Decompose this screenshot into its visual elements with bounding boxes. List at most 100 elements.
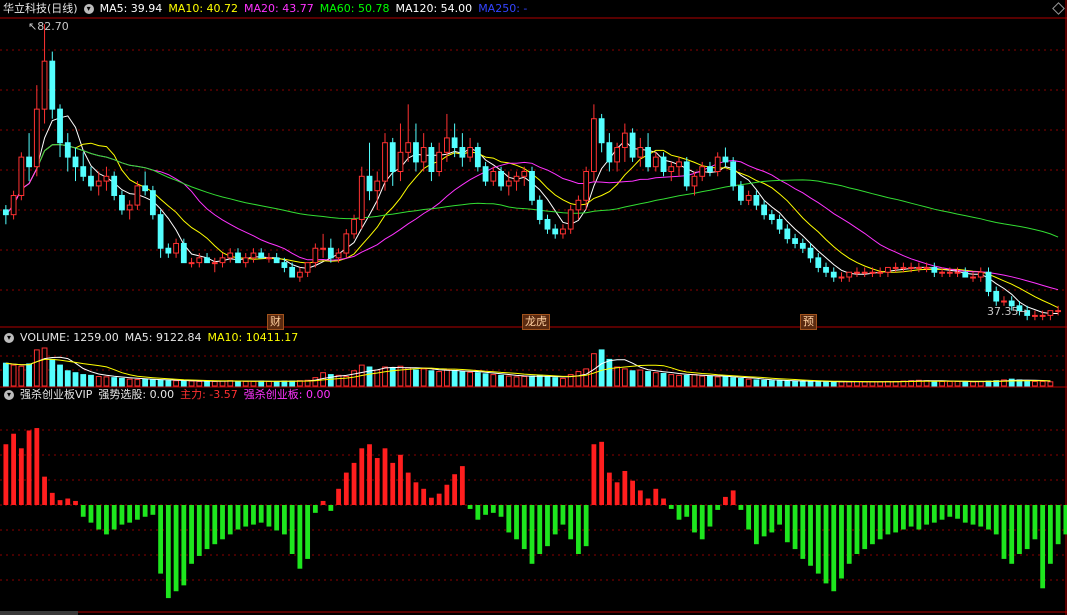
- candle-body: [1047, 310, 1054, 316]
- indicator-bar-negative: [274, 505, 280, 531]
- event-tag-forecast[interactable]: 预: [800, 314, 817, 330]
- horizontal-scrollbar[interactable]: [0, 611, 78, 615]
- candle-body: [451, 137, 458, 149]
- volume-bar: [88, 374, 94, 387]
- indicator-bar-negative: [877, 505, 883, 540]
- candle-body: [2, 209, 9, 216]
- indicator-bar-positive: [413, 482, 419, 505]
- candle-body: [273, 257, 280, 264]
- volume-bar: [335, 374, 342, 387]
- candle-body: [134, 185, 141, 206]
- candle-body: [861, 271, 868, 274]
- volume-bar: [111, 377, 118, 387]
- indicator-bar-negative: [104, 505, 109, 535]
- candle-body: [1039, 314, 1046, 317]
- event-tag-finance[interactable]: 财: [267, 314, 284, 330]
- candle-body: [180, 242, 187, 264]
- volume-bar: [861, 381, 868, 387]
- dropdown-icon[interactable]: ▾: [4, 390, 14, 400]
- volume-bar: [1047, 381, 1054, 387]
- indicator-bar-positive: [3, 444, 9, 505]
- volume-bar: [72, 372, 79, 387]
- candle-body: [892, 266, 899, 269]
- indicator-bar-negative: [1032, 505, 1038, 540]
- candle-body: [250, 252, 257, 259]
- indicator-bar-negative: [282, 505, 287, 535]
- candle-body: [529, 171, 535, 201]
- candle-body: [304, 262, 311, 273]
- volume-bar: [95, 376, 102, 387]
- candle-body: [521, 171, 528, 177]
- volume-ma5-label: MA5: 9122.84: [124, 331, 202, 344]
- candle-body: [467, 147, 474, 158]
- indicator-bar-negative: [297, 505, 303, 569]
- candle-body: [838, 276, 845, 279]
- indicator-bar-positive: [343, 472, 349, 505]
- volume-bar: [513, 376, 520, 387]
- indicator-bar-negative: [970, 505, 976, 525]
- candle-body: [629, 132, 636, 158]
- indicator-bar-negative: [220, 505, 225, 540]
- volume-bar: [10, 364, 17, 387]
- candle-body: [157, 214, 164, 249]
- indicator-bar-negative: [119, 505, 125, 525]
- candle-body: [281, 262, 288, 268]
- volume-bar: [467, 371, 474, 387]
- dropdown-icon[interactable]: ▾: [83, 4, 94, 14]
- volume-bar: [691, 374, 698, 387]
- indicator-bar-negative: [552, 505, 558, 535]
- indicator-bar-positive: [336, 488, 341, 505]
- volume-bar: [807, 380, 814, 387]
- candle-body: [784, 228, 791, 240]
- volume-bars: [2, 347, 1054, 387]
- candle-body: [266, 257, 272, 260]
- indicator-bar-negative: [839, 505, 844, 579]
- volume-bar: [753, 379, 760, 387]
- volume-bar: [745, 378, 752, 387]
- indicator-bar-negative: [676, 505, 682, 520]
- indicator-bar-negative: [227, 505, 233, 535]
- indicator-bars: [3, 428, 1067, 599]
- candle-body: [142, 185, 149, 192]
- indicator-bar-negative: [962, 505, 968, 523]
- volume-bar: [428, 370, 435, 387]
- candle-body: [993, 290, 1000, 302]
- indicator-bar-negative: [885, 505, 891, 535]
- indicator-bar-negative: [808, 505, 813, 566]
- candle-body: [126, 204, 133, 211]
- indicator-bar-negative: [189, 505, 194, 564]
- indicator-bar-negative: [196, 505, 202, 556]
- volume-bar: [1024, 380, 1031, 387]
- ma5-line: [5, 115, 1059, 314]
- indicator-bar-negative: [490, 505, 496, 513]
- indicator-bar-negative: [993, 505, 999, 535]
- chart-canvas[interactable]: [0, 0, 1067, 615]
- dropdown-icon[interactable]: ▾: [4, 333, 14, 343]
- indicator-bar-negative: [916, 505, 922, 530]
- volume-bar: [629, 370, 636, 387]
- event-tag-dragon-tiger[interactable]: 龙虎: [522, 314, 550, 330]
- indicator-bar-negative: [545, 505, 550, 547]
- indicator-bar-positive: [390, 462, 396, 505]
- indicator-bar-negative: [158, 505, 164, 574]
- candle-body: [72, 156, 79, 168]
- indicator-bar-negative: [289, 505, 295, 554]
- candle-body: [196, 257, 203, 264]
- indicator-bar-negative: [777, 505, 782, 525]
- candle-body: [211, 262, 218, 265]
- candle-body: [614, 147, 621, 163]
- volume-bar: [64, 370, 71, 387]
- candle-body: [111, 175, 118, 196]
- stock-title[interactable]: 华立科技(日线): [3, 2, 78, 15]
- indicator-bar-negative: [753, 505, 759, 545]
- volume-bar: [2, 362, 9, 387]
- candle-body: [923, 266, 930, 269]
- volume-bar: [869, 381, 876, 387]
- candle-body: [908, 266, 915, 269]
- volume-bar: [26, 363, 32, 387]
- candle-body: [637, 147, 644, 158]
- candle-body: [413, 142, 419, 163]
- indicator-bar-negative: [1047, 505, 1053, 564]
- indicator-bar-negative: [529, 505, 535, 564]
- candle-body: [57, 108, 63, 144]
